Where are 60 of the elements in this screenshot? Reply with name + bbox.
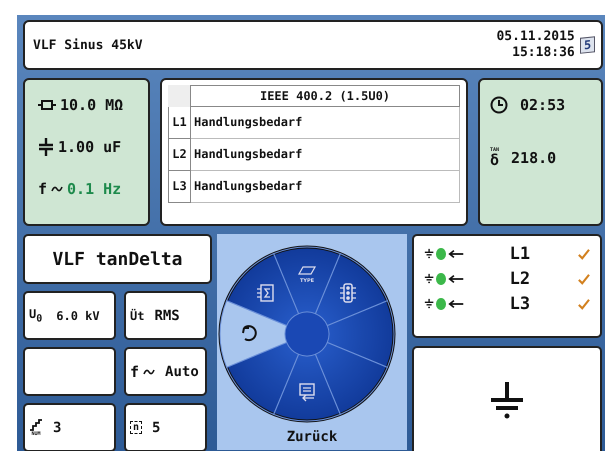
- mode-label[interactable]: VLF tanDelta: [23, 234, 212, 284]
- result-cell: Handlungsbedarf: [191, 107, 460, 139]
- ground-button[interactable]: [412, 346, 602, 451]
- frequency-symbol: f: [130, 362, 140, 380]
- phase-cell: L1: [168, 107, 191, 139]
- wheel-segment[interactable]: [273, 354, 341, 422]
- date-text: 05.11.2015: [496, 29, 575, 45]
- setting-value[interactable]: RMS: [154, 308, 180, 324]
- wheel-hub: [285, 312, 329, 356]
- phase-label: L3: [510, 294, 530, 314]
- wheel-segment[interactable]: [226, 253, 300, 326]
- undo-icon: [242, 325, 257, 342]
- ground-connection-icon: [424, 273, 434, 285]
- setting-value[interactable]: 3: [53, 420, 62, 436]
- arrow-left-icon: [448, 299, 464, 309]
- empty-cell: [168, 85, 190, 107]
- page-badge[interactable]: 5: [580, 36, 595, 54]
- wheel-segment[interactable]: [326, 300, 394, 368]
- standard-header: IEEE 400.2 (1.5U0): [190, 85, 460, 107]
- voltage-symbol: U$_{0}$: [29, 306, 42, 324]
- delta-symbol: δ: [490, 153, 500, 168]
- setting-value[interactable]: 6.0 kV: [52, 308, 100, 322]
- ground-connection-icon: [424, 298, 434, 310]
- wave-icon: [143, 368, 156, 376]
- sum-list-icon: [256, 284, 274, 302]
- cycles-symbol: n: [130, 421, 142, 434]
- wheel-segment[interactable]: [220, 300, 288, 368]
- device-title: VLF Sinus 45kV: [33, 38, 144, 52]
- measurement-value: 0.1 Hz: [67, 180, 122, 198]
- voltage-type-symbol: Üt: [130, 308, 144, 322]
- measurement-value: 10.0 MΩ: [60, 96, 124, 114]
- wheel-segment[interactable]: [314, 253, 388, 326]
- elapsed-time: 02:53: [520, 96, 566, 114]
- list-export-icon: [299, 383, 315, 402]
- measurement-value: 1.00 uF: [58, 138, 122, 156]
- tan-delta-value: 218.0: [511, 149, 556, 167]
- traffic-light-icon: [339, 283, 357, 303]
- phase-cell: L2: [168, 139, 191, 171]
- result-cell: Handlungsbedarf: [191, 171, 460, 203]
- wheel-segment[interactable]: [314, 342, 388, 415]
- phase-label: L1: [510, 244, 530, 264]
- back-button[interactable]: Zurück: [280, 427, 344, 447]
- ground-connection-icon: [424, 248, 434, 260]
- clock-icon: [490, 96, 508, 114]
- wave-icon: [51, 185, 64, 193]
- ground-icon: [489, 382, 525, 420]
- empty-setting[interactable]: [23, 347, 116, 396]
- phase-cell: L3: [168, 171, 191, 203]
- setting-value[interactable]: 5: [152, 420, 160, 436]
- phase-label: L2: [510, 269, 530, 289]
- arrow-left-icon: [448, 274, 464, 284]
- time-text: 15:18:36: [512, 45, 575, 61]
- wheel-segment[interactable]: [226, 342, 300, 415]
- setting-value[interactable]: Auto: [165, 364, 199, 380]
- arrow-left-icon: [448, 249, 464, 259]
- result-cell: Handlungsbedarf: [191, 139, 460, 171]
- resistor-icon: [38, 100, 56, 110]
- steps-icon: [29, 418, 43, 430]
- capacitor-icon: [38, 138, 54, 156]
- frequency-symbol: f: [38, 180, 48, 198]
